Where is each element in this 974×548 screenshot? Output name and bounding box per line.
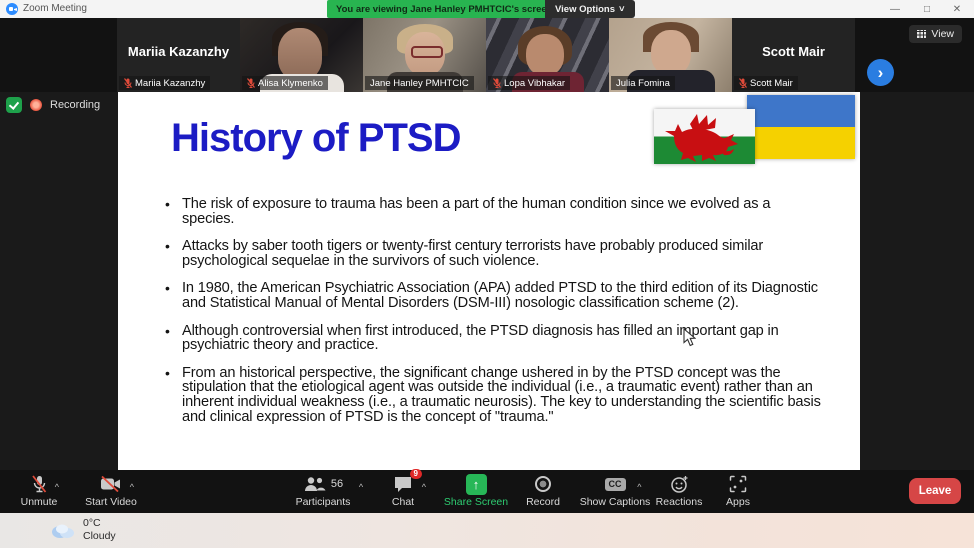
participants-strip: Mariia Kazanzhy Mariia Kazanzhy Alisa Kl… (0, 18, 974, 92)
wales-flag (654, 109, 755, 164)
participant-name-overlay: Scott Mair (762, 44, 825, 59)
start-video-button[interactable]: ^ Start Video (76, 474, 146, 508)
participant-tile[interactable]: Scott Mair Scott Mair (732, 18, 855, 92)
participants-label: Participants (295, 496, 351, 508)
unmute-button[interactable]: ^ Unmute (10, 474, 68, 508)
record-label: Record (526, 496, 560, 508)
minimize-button[interactable]: — (880, 0, 910, 18)
weather-condition: Cloudy (83, 530, 116, 542)
security-shield-icon[interactable] (6, 97, 22, 113)
participants-button[interactable]: 56 ^ Participants (283, 474, 363, 508)
weather-widget[interactable]: 0°C Cloudy (50, 517, 116, 543)
meeting-toolbar: ^ Unmute ^ Start Video 56 ^ Participants… (0, 469, 974, 513)
participant-name: Lopa Vibhakar (504, 77, 566, 89)
participant-name-bar: Mariia Kazanzhy (119, 76, 211, 90)
slide-bullet: In 1980, the American Psychiatric Associ… (165, 281, 825, 310)
welsh-dragon-icon (665, 114, 738, 162)
zoom-meeting-window: Zoom Meeting You are viewing Jane Hanley… (0, 0, 974, 548)
close-button[interactable]: ✕ (942, 0, 972, 18)
muted-mic-icon: ^ (31, 474, 59, 494)
video-off-icon: ^ (100, 474, 134, 494)
muted-mic-icon (247, 78, 255, 88)
show-captions-button[interactable]: CC ^ Show Captions (572, 474, 658, 508)
view-options-button[interactable]: View Options ˅ (545, 0, 635, 18)
participant-name: Mariia Kazanzhy (135, 77, 206, 89)
title-bar: Zoom Meeting You are viewing Jane Hanley… (0, 0, 974, 18)
apps-icon (729, 474, 747, 494)
muted-mic-icon (739, 78, 747, 88)
chevron-up-icon[interactable]: ^ (359, 482, 363, 492)
reactions-smiley-icon (670, 474, 689, 494)
chevron-up-icon[interactable]: ^ (637, 482, 641, 492)
participant-name-bar: Julia Fomina (611, 76, 675, 90)
participants-icon: 56 ^ (303, 474, 363, 494)
slide-bullet: Attacks by saber tooth tigers or twenty-… (165, 239, 825, 268)
apps-label: Apps (726, 496, 750, 508)
participant-name-bar: Jane Hanley PMHTCIC (365, 76, 474, 90)
participant-name-bar: Lopa Vibhakar (488, 76, 571, 90)
chat-label: Chat (391, 496, 415, 508)
slide-bullet: The risk of exposure to trauma has been … (165, 197, 825, 226)
record-button[interactable]: Record (518, 474, 568, 508)
closed-captions-icon: CC (604, 477, 626, 491)
chat-icon: 9 ^ (393, 469, 426, 494)
slide-bullet: Although controversial when first introd… (165, 323, 825, 353)
participant-tile[interactable]: Mariia Kazanzhy Mariia Kazanzhy (117, 18, 240, 92)
cloud-icon (52, 524, 74, 538)
leave-button[interactable]: Leave (909, 478, 961, 504)
view-options-label: View Options (555, 3, 616, 15)
participant-tile-active-speaker[interactable]: Jane Hanley PMHTCIC (363, 18, 486, 92)
presentation-slide: History of PTSD The risk of exposure to … (118, 92, 860, 470)
viewing-screen-banner: You are viewing Jane Hanley PMHTCIC's sc… (327, 0, 562, 18)
chevron-down-icon: ˅ (619, 3, 625, 15)
participant-name: Scott Mair (750, 77, 793, 89)
participant-tile[interactable]: Lopa Vibhakar (486, 18, 609, 92)
participant-tile[interactable]: Julia Fomina (609, 18, 732, 92)
reactions-label: Reactions (655, 496, 703, 508)
record-icon (535, 476, 551, 492)
share-screen-label: Share Screen (443, 496, 509, 508)
participant-name-overlay: Mariia Kazanzhy (127, 44, 230, 59)
recording-label: Recording (50, 99, 101, 111)
maximize-button[interactable]: □ (912, 0, 942, 18)
chevron-up-icon[interactable]: ^ (130, 482, 134, 492)
participant-tile[interactable]: Alisa Klymenko (240, 18, 363, 92)
muted-mic-icon (124, 78, 132, 88)
slide-bullet-list: The risk of exposure to trauma has been … (165, 197, 825, 437)
share-screen-icon: ↑ (465, 473, 487, 495)
participant-name: Jane Hanley PMHTCIC (370, 77, 469, 89)
show-captions-label: Show Captions (579, 496, 651, 508)
participant-name: Julia Fomina (616, 77, 670, 89)
recording-indicator: Recording (6, 97, 100, 113)
chat-unread-badge: 9 (409, 469, 422, 479)
mouse-cursor (683, 328, 696, 347)
apps-button[interactable]: Apps (714, 474, 762, 508)
start-video-label: Start Video (85, 496, 137, 508)
participant-name: Alisa Klymenko (258, 77, 323, 89)
slide-bullet: From an historical perspective, the sign… (165, 365, 825, 424)
view-label: View (931, 28, 954, 40)
muted-mic-icon (493, 78, 501, 88)
zoom-logo-icon (6, 3, 18, 15)
next-participants-button[interactable]: › (867, 59, 894, 86)
view-layout-button[interactable]: View (909, 25, 962, 43)
ukraine-flag (747, 95, 855, 159)
window-title: Zoom Meeting (23, 3, 87, 14)
chevron-up-icon[interactable]: ^ (422, 482, 426, 492)
gallery-grid-icon (917, 30, 927, 38)
shared-screen-area: Recording History of PTSD The risk of ex… (0, 92, 974, 470)
share-screen-button[interactable]: ↑ Share Screen (438, 473, 514, 508)
weather-temperature: 0°C (83, 517, 101, 529)
chat-button[interactable]: 9 ^ Chat (380, 469, 426, 508)
participants-count: 56 (330, 478, 344, 490)
recording-dot-icon (30, 99, 42, 111)
windows-taskbar: 0°C Cloudy Пошук W 105 ^ (0, 513, 974, 548)
participant-name-bar: Scott Mair (734, 76, 798, 90)
reactions-button[interactable]: Reactions (648, 474, 710, 508)
participant-name-bar: Alisa Klymenko (242, 76, 328, 90)
slide-title: History of PTSD (171, 116, 461, 160)
chevron-up-icon[interactable]: ^ (55, 482, 59, 492)
unmute-label: Unmute (20, 496, 58, 508)
